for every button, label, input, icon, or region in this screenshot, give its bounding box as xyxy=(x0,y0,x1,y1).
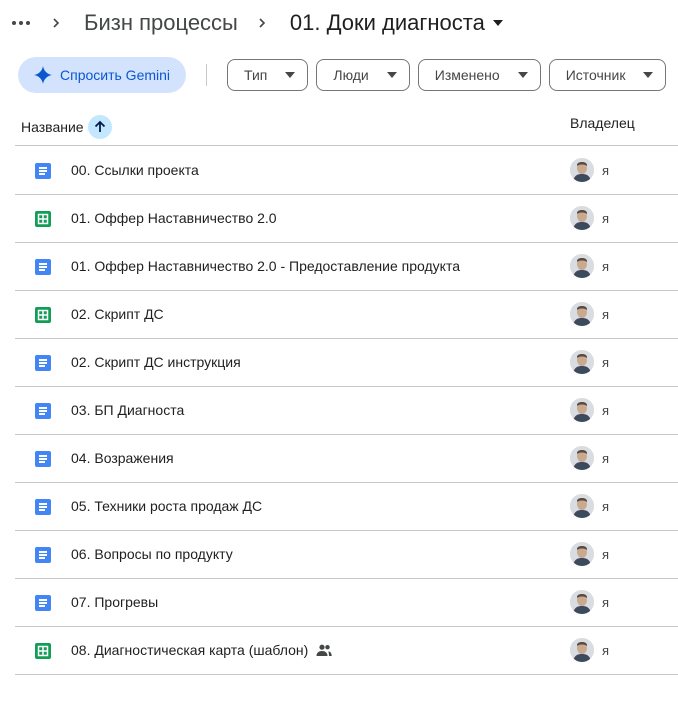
file-list: 00. Ссылки проекта я 01. Оффер Наставничес… xyxy=(15,147,678,675)
owner-name: я xyxy=(602,547,610,562)
google-docs-icon xyxy=(35,547,51,563)
file-row[interactable]: 01. Оффер Наставничество 2.0 - Предостав… xyxy=(15,243,678,291)
google-docs-icon xyxy=(35,163,51,179)
breadcrumb-item-current[interactable]: 01. Доки диагноста xyxy=(290,10,485,36)
filter-people[interactable]: Люди xyxy=(316,59,410,91)
column-name-label: Название xyxy=(21,119,84,135)
owner-name: я xyxy=(602,211,610,226)
google-docs-icon xyxy=(35,259,51,275)
toolbar-divider xyxy=(206,64,208,86)
owner-avatar xyxy=(570,350,594,374)
file-row[interactable]: 07. Прогревы я xyxy=(15,579,678,627)
owner-avatar xyxy=(570,638,594,662)
owner-avatar xyxy=(570,302,594,326)
filter-label: Тип xyxy=(244,67,268,83)
filter-label: Источник xyxy=(565,67,626,83)
toolbar: Спросить Gemini Тип Люди Изменено Источн… xyxy=(18,57,674,93)
owner-name: я xyxy=(602,403,610,418)
google-docs-icon xyxy=(35,451,51,467)
google-docs-icon xyxy=(35,499,51,515)
more-horiz-icon[interactable] xyxy=(10,12,32,34)
google-docs-icon xyxy=(35,403,51,419)
owner-avatar xyxy=(570,158,594,182)
filter-type[interactable]: Тип xyxy=(227,59,309,91)
owner-avatar xyxy=(570,446,594,470)
column-header-name[interactable]: Название xyxy=(21,115,112,139)
column-header-row: Название Владелец xyxy=(15,108,678,146)
file-row[interactable]: 00. Ссылки проекта я xyxy=(15,147,678,195)
file-name: 03. БП Диагноста xyxy=(71,402,185,418)
filter-source[interactable]: Источник xyxy=(548,59,667,91)
file-row[interactable]: 04. Возражения я xyxy=(15,435,678,483)
owner-name: я xyxy=(602,163,610,178)
owner-avatar xyxy=(570,542,594,566)
file-name: 02. Скрипт ДС инструкция xyxy=(71,354,241,370)
google-docs-icon xyxy=(35,355,51,371)
owner-name: я xyxy=(602,643,610,658)
caret-down-icon xyxy=(643,72,654,78)
file-row[interactable]: 06. Вопросы по продукту я xyxy=(15,531,678,579)
google-sheets-icon xyxy=(35,643,51,659)
file-name: 01. Оффер Наставничество 2.0 xyxy=(71,210,277,226)
caret-down-icon xyxy=(517,72,528,78)
google-sheets-icon xyxy=(35,307,51,323)
gemini-spark-icon xyxy=(34,66,52,84)
filter-modified[interactable]: Изменено xyxy=(417,59,541,91)
owner-name: я xyxy=(602,307,610,322)
file-name: 05. Техники роста продаж ДС xyxy=(71,498,263,514)
arrow-up-icon[interactable] xyxy=(87,115,112,139)
owner-avatar xyxy=(570,206,594,230)
file-row[interactable]: 05. Техники роста продаж ДС я xyxy=(15,483,678,531)
chevron-right-icon xyxy=(50,17,62,29)
owner-name: я xyxy=(602,595,610,610)
caret-down-icon xyxy=(386,72,397,78)
ask-gemini-label: Спросить Gemini xyxy=(60,67,171,83)
owner-avatar xyxy=(570,494,594,518)
google-sheets-icon xyxy=(35,211,51,227)
file-name: 01. Оффер Наставничество 2.0 - Предостав… xyxy=(71,258,460,274)
file-row[interactable]: 03. БП Диагноста я xyxy=(15,387,678,435)
chevron-right-icon xyxy=(256,17,268,29)
file-name: 04. Возражения xyxy=(71,450,174,466)
file-row[interactable]: 02. Скрипт ДС инструкция я xyxy=(15,339,678,387)
owner-avatar xyxy=(570,398,594,422)
google-docs-icon xyxy=(35,595,51,611)
ask-gemini-button[interactable]: Спросить Gemini xyxy=(18,57,187,93)
file-row[interactable]: 01. Оффер Наставничество 2.0 я xyxy=(15,195,678,243)
breadcrumb-item-parent[interactable]: Бизн процессы xyxy=(84,10,238,36)
filter-label: Изменено xyxy=(434,67,500,83)
owner-name: я xyxy=(602,355,610,370)
file-row[interactable]: 08. Диагностическая карта (шаблон) я xyxy=(15,627,678,675)
file-name: 08. Диагностическая карта (шаблон) xyxy=(71,642,332,658)
file-name: 06. Вопросы по продукту xyxy=(71,546,233,562)
owner-name: я xyxy=(602,499,610,514)
owner-name: я xyxy=(602,259,610,274)
caret-down-icon xyxy=(285,72,296,78)
file-name: 00. Ссылки проекта xyxy=(71,162,199,178)
filter-label: Люди xyxy=(333,67,369,83)
caret-down-icon[interactable] xyxy=(492,18,503,28)
file-row[interactable]: 02. Скрипт ДС я xyxy=(15,291,678,339)
breadcrumb: Бизн процессы 01. Доки диагноста xyxy=(10,6,503,40)
owner-name: я xyxy=(602,451,610,466)
shared-people-icon xyxy=(316,643,332,656)
file-name: 07. Прогревы xyxy=(71,594,159,610)
file-name: 02. Скрипт ДС xyxy=(71,306,164,322)
column-header-owner[interactable]: Владелец xyxy=(570,115,635,131)
owner-avatar xyxy=(570,590,594,614)
owner-avatar xyxy=(570,254,594,278)
